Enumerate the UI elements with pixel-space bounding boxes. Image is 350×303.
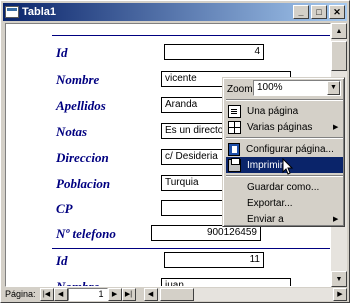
field-label: Nº telefono xyxy=(56,226,116,241)
menu-separator xyxy=(226,99,343,101)
field-row-telefono: Nº telefono 900126459 xyxy=(6,225,330,245)
menu-item-configurar-pagina[interactable]: Configurar página... xyxy=(226,141,343,157)
field-label: Nombre xyxy=(56,72,100,87)
menu-item-exportar[interactable]: Exportar... xyxy=(226,195,343,211)
field-value: 4 xyxy=(164,44,264,60)
scroll-up-icon[interactable]: ▲ xyxy=(331,23,347,39)
window-title: Tabla1 xyxy=(22,6,57,18)
report-top-rule xyxy=(52,35,330,36)
maximize-button[interactable]: □ xyxy=(311,5,327,19)
multiple-pages-icon xyxy=(228,120,241,134)
record-navigation-bar: Página: |◀ ◀ 1 ▶ ▶| ◀ ▶ xyxy=(3,287,347,301)
zoom-label: Zoom: xyxy=(227,83,256,95)
horizontal-scrollbar[interactable]: ◀ ▶ xyxy=(143,287,347,301)
field-value: 11 xyxy=(164,252,264,268)
context-menu: Zoom: 100% ▼ Una página Varias páginas ▶… xyxy=(222,77,345,227)
field-label: CP xyxy=(56,201,73,216)
horizontal-scroll-thumb[interactable] xyxy=(159,287,194,301)
field-row-nombre: Nombre juan xyxy=(6,278,330,287)
scroll-left-icon[interactable]: ◀ xyxy=(143,287,158,301)
close-button[interactable]: ✕ xyxy=(329,5,345,19)
field-label: Poblacion xyxy=(56,176,111,191)
page-number-input[interactable]: 1 xyxy=(67,287,108,301)
next-page-icon[interactable]: ▶ xyxy=(107,287,122,301)
menu-separator xyxy=(226,137,343,139)
menu-item-label: Enviar a xyxy=(247,213,284,225)
scroll-down-icon[interactable]: ▼ xyxy=(331,271,347,287)
field-label: Apellidos xyxy=(56,98,106,113)
field-label: Nombre xyxy=(56,279,100,287)
minimize-button[interactable]: _ xyxy=(293,5,309,19)
menu-item-label: Una página xyxy=(247,105,299,117)
field-row-id: Id 11 xyxy=(6,252,330,272)
mouse-pointer-icon xyxy=(282,158,294,175)
field-value: 900126459 xyxy=(151,225,261,241)
field-label: Direccion xyxy=(56,150,109,165)
single-page-icon xyxy=(228,104,241,118)
menu-item-enviar-a[interactable]: Enviar a ▶ xyxy=(226,211,343,227)
menu-item-guardar-como[interactable]: Guardar como... xyxy=(226,179,343,195)
previous-page-icon[interactable]: ◀ xyxy=(53,287,68,301)
field-label: Notas xyxy=(56,124,88,139)
field-label: Id xyxy=(56,45,68,60)
last-page-icon[interactable]: ▶| xyxy=(121,287,136,301)
chevron-down-icon[interactable]: ▼ xyxy=(327,81,340,95)
field-row-id: Id 4 xyxy=(6,44,330,64)
record-separator xyxy=(52,248,330,249)
menu-item-label: Varias páginas xyxy=(247,121,313,133)
menu-item-label: Guardar como... xyxy=(247,181,320,193)
menu-item-varias-paginas[interactable]: Varias páginas ▶ xyxy=(226,119,343,135)
menu-item-label: Configurar página... xyxy=(246,143,334,155)
scroll-thumb[interactable] xyxy=(331,41,347,71)
field-value: juan xyxy=(161,278,291,286)
scroll-right-icon[interactable]: ▶ xyxy=(333,287,347,301)
printer-icon xyxy=(228,157,241,172)
submenu-arrow-icon: ▶ xyxy=(333,216,339,223)
field-label: Id xyxy=(56,253,68,268)
menu-item-una-pagina[interactable]: Una página xyxy=(226,103,343,119)
zoom-dropdown[interactable]: 100% ▼ xyxy=(253,80,341,96)
page-label: Página: xyxy=(5,289,36,299)
menu-item-label: Exportar... xyxy=(247,197,293,209)
zoom-value: 100% xyxy=(257,82,283,93)
submenu-arrow-icon: ▶ xyxy=(333,124,339,131)
page-setup-icon xyxy=(228,142,241,156)
first-page-icon[interactable]: |◀ xyxy=(39,287,54,301)
report-icon xyxy=(5,6,19,18)
title-bar[interactable]: Tabla1 _ □ ✕ xyxy=(3,3,347,21)
